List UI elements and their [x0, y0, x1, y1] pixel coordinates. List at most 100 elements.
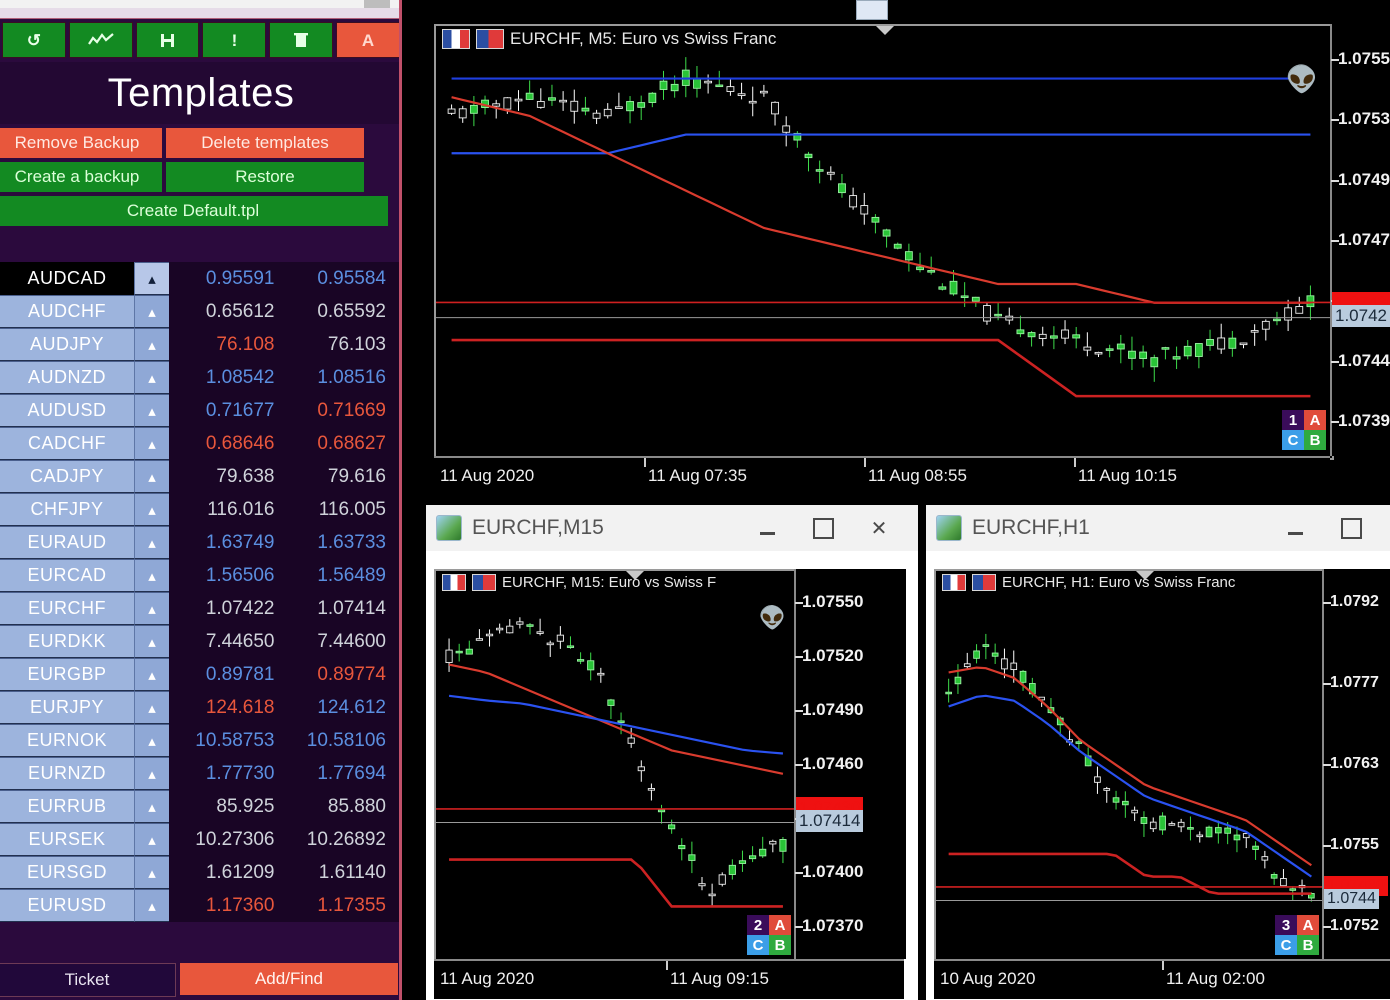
- badge-a[interactable]: A: [769, 915, 791, 935]
- sort-arrow-icon[interactable]: ▴: [134, 691, 169, 724]
- symbol-name: EURNOK: [0, 724, 134, 757]
- sort-arrow-icon[interactable]: ▴: [134, 526, 169, 559]
- table-row[interactable]: EURNOK ▴ 10.58753 10.58106: [0, 724, 399, 757]
- time-axis-m15[interactable]: 11 Aug 2020 11 Aug 09:15: [434, 959, 904, 999]
- price-axis-m15[interactable]: 1.075501.075201.074901.074601.074301.074…: [794, 569, 906, 959]
- chart-title-text-m5: EURCHF, M5: Euro vs Swiss Franc: [510, 29, 777, 48]
- chart-canvas-m5[interactable]: EURCHF, M5: Euro vs Swiss Franc 👽 1 A C …: [434, 24, 1334, 460]
- table-row[interactable]: EURRUB ▴ 85.925 85.880: [0, 790, 399, 823]
- table-row[interactable]: CADJPY ▴ 79.638 79.616: [0, 460, 399, 493]
- badge-c[interactable]: C: [1275, 935, 1297, 955]
- table-row[interactable]: EURSGD ▴ 1.61209 1.61140: [0, 856, 399, 889]
- top-strip-bar: [0, 8, 399, 19]
- badge-number[interactable]: 3: [1275, 915, 1297, 935]
- letter-a-icon-button[interactable]: A: [336, 22, 399, 58]
- badge-b[interactable]: B: [1297, 935, 1319, 955]
- panel-title-text: Templates: [107, 70, 295, 115]
- chart-line-icon-button[interactable]: [68, 22, 133, 58]
- time-tick-label: 11 Aug 10:15: [1078, 466, 1177, 485]
- table-row[interactable]: AUDNZD ▴ 1.08542 1.08516: [0, 361, 399, 394]
- table-row[interactable]: EURCHF ▴ 1.07422 1.07414: [0, 592, 399, 625]
- table-row[interactable]: EURSEK ▴ 10.27306 10.26892: [0, 823, 399, 856]
- symbol-bid: 1.08542: [169, 361, 281, 394]
- create-default-tpl-button[interactable]: Create Default.tpl: [0, 196, 388, 226]
- badge-a[interactable]: A: [1297, 915, 1319, 935]
- sort-arrow-icon[interactable]: ▴: [134, 460, 169, 493]
- sort-arrow-icon[interactable]: ▴: [134, 559, 169, 592]
- sort-arrow-icon[interactable]: ▴: [134, 394, 169, 427]
- badge-c[interactable]: C: [1282, 430, 1304, 450]
- badge-number[interactable]: 1: [1282, 410, 1304, 430]
- time-axis-h1[interactable]: 10 Aug 2020 11 Aug 02:00: [934, 959, 1390, 999]
- add-find-button[interactable]: Add/Find: [180, 963, 398, 995]
- badge-b[interactable]: B: [1304, 430, 1326, 450]
- sort-arrow-icon[interactable]: ▴: [134, 823, 169, 856]
- current-price-marker: 1.07414: [796, 809, 864, 832]
- table-row[interactable]: EURDKK ▴ 7.44650 7.44600: [0, 625, 399, 658]
- table-row[interactable]: CADCHF ▴ 0.68646 0.68627: [0, 427, 399, 460]
- ticket-button[interactable]: Ticket: [0, 963, 176, 997]
- sort-arrow-icon[interactable]: ▴: [134, 427, 169, 460]
- table-row[interactable]: AUDUSD ▴ 0.71677 0.71669: [0, 394, 399, 427]
- remove-backup-button[interactable]: Remove Backup: [0, 128, 162, 158]
- minimize-button-m15[interactable]: [754, 515, 780, 541]
- sort-arrow-icon[interactable]: ▴: [134, 625, 169, 658]
- badge-number[interactable]: 2: [747, 915, 769, 935]
- symbol-bid: 1.77730: [169, 757, 281, 790]
- titlebar-h1[interactable]: EURCHF,H1: [926, 505, 1390, 552]
- table-row[interactable]: AUDCAD ▴ 0.95591 0.95584: [0, 262, 399, 295]
- badge-b[interactable]: B: [769, 935, 791, 955]
- maximize-button-m15[interactable]: [810, 515, 836, 541]
- price-axis-m5[interactable]: 1.07551.07531.07491.07471.07451.07441.07…: [1330, 24, 1390, 456]
- table-row[interactable]: AUDCHF ▴ 0.65612 0.65592: [0, 295, 399, 328]
- close-button-m15[interactable]: ✕: [866, 515, 892, 541]
- badge-a[interactable]: A: [1304, 410, 1326, 430]
- table-row[interactable]: AUDJPY ▴ 76.108 76.103: [0, 328, 399, 361]
- table-row[interactable]: EURAUD ▴ 1.63749 1.63733: [0, 526, 399, 559]
- trash-icon-button[interactable]: [269, 22, 334, 58]
- sort-arrow-icon[interactable]: ▴: [134, 361, 169, 394]
- chart-canvas-m15[interactable]: EURCHF, M15: Euro vs Swiss F 👽 2 A C B: [434, 569, 798, 963]
- sort-arrow-icon[interactable]: ▴: [134, 724, 169, 757]
- table-row[interactable]: EURUSD ▴ 1.17360 1.17355: [0, 889, 399, 922]
- symbol-name: EURDKK: [0, 625, 134, 658]
- chart-badges-m15[interactable]: 2 A C B: [747, 915, 791, 955]
- table-row[interactable]: EURJPY ▴ 124.618 124.612: [0, 691, 399, 724]
- sort-arrow-icon[interactable]: ▴: [134, 592, 169, 625]
- sort-arrow-icon[interactable]: ▴: [134, 493, 169, 526]
- minimize-button-h1[interactable]: [1282, 515, 1308, 541]
- symbol-bid: 1.17360: [169, 889, 281, 922]
- table-row[interactable]: CHFJPY ▴ 116.016 116.005: [0, 493, 399, 526]
- maximize-button-h1[interactable]: [1338, 515, 1364, 541]
- sort-arrow-icon[interactable]: ▴: [134, 328, 169, 361]
- price-axis-h1[interactable]: 1.0792 1.0777 1.0763 1.0755 1.0752 1.07430 1.0…: [1322, 569, 1390, 959]
- chart-badges-h1[interactable]: 3 A C B: [1275, 915, 1319, 955]
- titlebar-m15[interactable]: EURCHF,M15 ✕: [426, 505, 918, 552]
- alien-face-icon: 👽: [758, 605, 786, 630]
- delete-templates-button[interactable]: Delete templates: [166, 128, 364, 158]
- restore-button[interactable]: Restore: [166, 162, 364, 192]
- symbol-name: EURSEK: [0, 823, 134, 856]
- sort-arrow-icon[interactable]: ▴: [134, 889, 169, 922]
- sort-arrow-icon[interactable]: ▴: [134, 262, 169, 295]
- time-axis-m5[interactable]: 11 Aug 2020 11 Aug 07:35 11 Aug 08:55 11 Au…: [434, 456, 1330, 492]
- create-backup-button[interactable]: Create a backup: [0, 162, 162, 192]
- table-row[interactable]: EURGBP ▴ 0.89781 0.89774: [0, 658, 399, 691]
- sort-arrow-icon[interactable]: ▴: [134, 757, 169, 790]
- alert-icon-button[interactable]: !: [202, 22, 267, 58]
- top-strip-control[interactable]: [364, 0, 390, 8]
- save-icon-button[interactable]: [135, 22, 200, 58]
- sort-arrow-icon[interactable]: ▴: [134, 658, 169, 691]
- symbol-ask: 76.103: [280, 328, 399, 361]
- badge-c[interactable]: C: [747, 935, 769, 955]
- chart-canvas-h1[interactable]: EURCHF, H1: Euro vs Swiss Franc 3 A C B: [934, 569, 1326, 963]
- sort-arrow-icon[interactable]: ▴: [134, 856, 169, 889]
- refresh-icon-button[interactable]: ↺: [2, 22, 66, 58]
- chart-badges-m5[interactable]: 1 A C B: [1282, 410, 1326, 450]
- symbol-bid: 85.925: [169, 790, 281, 823]
- table-row[interactable]: EURCAD ▴ 1.56506 1.56489: [0, 559, 399, 592]
- sort-arrow-icon[interactable]: ▴: [134, 295, 169, 328]
- sort-arrow-icon[interactable]: ▴: [134, 790, 169, 823]
- table-row[interactable]: EURNZD ▴ 1.77730 1.77694: [0, 757, 399, 790]
- m5-window-tab[interactable]: [856, 0, 888, 20]
